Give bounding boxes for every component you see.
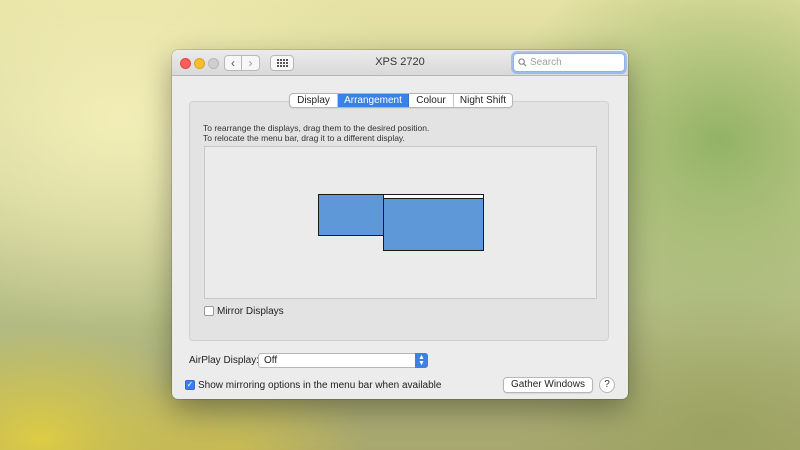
tab-arrangement[interactable]: Arrangement <box>338 94 409 107</box>
preferences-window: ‹ › XPS 2720 Display Arrangement Colour … <box>172 50 628 399</box>
airplay-value: Off <box>264 355 278 366</box>
airplay-label: AirPlay Display: <box>189 355 260 366</box>
mirroring-options-label: Show mirroring options in the menu bar w… <box>198 380 442 391</box>
tab-night-shift[interactable]: Night Shift <box>454 94 512 107</box>
mirror-displays-checkbox[interactable] <box>204 306 214 316</box>
mirror-displays-label: Mirror Displays <box>217 306 284 317</box>
instruction-line-2: To relocate the menu bar, drag it to a d… <box>203 133 405 143</box>
search-field[interactable] <box>513 53 625 72</box>
gather-windows-button[interactable]: Gather Windows <box>503 377 593 393</box>
display-arrangement-area <box>204 146 597 299</box>
chevron-up-down-icon: ▲ ▼ <box>415 353 428 368</box>
mirroring-options-checkbox[interactable]: ✓ <box>185 380 195 390</box>
secondary-display[interactable] <box>318 194 384 236</box>
airplay-select[interactable]: Off ▲ ▼ <box>258 353 428 368</box>
title-bar[interactable]: ‹ › XPS 2720 <box>172 50 628 76</box>
search-input[interactable] <box>530 57 620 68</box>
tab-colour[interactable]: Colour <box>409 94 454 107</box>
menu-bar-handle[interactable] <box>384 195 483 199</box>
tab-bar: Display Arrangement Colour Night Shift <box>289 93 513 108</box>
help-button[interactable]: ? <box>599 377 615 393</box>
main-display[interactable] <box>383 194 484 251</box>
instruction-line-1: To rearrange the displays, drag them to … <box>203 123 430 133</box>
instructions: To rearrange the displays, drag them to … <box>203 123 429 143</box>
search-icon <box>518 58 527 67</box>
tab-display[interactable]: Display <box>290 94 338 107</box>
